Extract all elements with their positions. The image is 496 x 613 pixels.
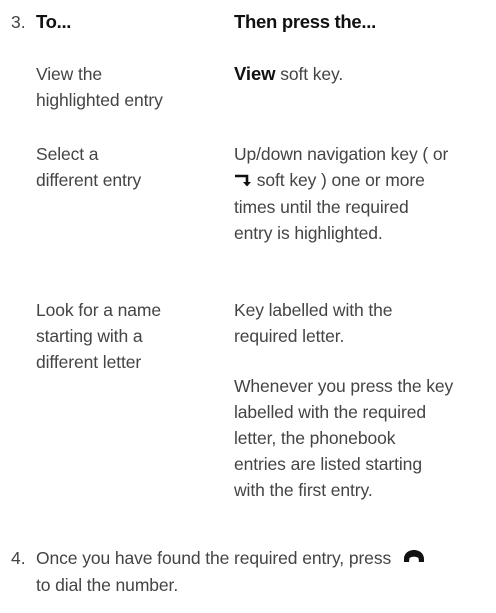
row-action-line: different letter [36, 352, 142, 372]
step-number: 4. [11, 548, 26, 568]
row-key-text: soft key ) one or more [252, 170, 425, 190]
row-action: Look for a name starting with a differen… [36, 297, 226, 375]
row-key-line: entry is highlighted. [234, 223, 383, 244]
row-key: Key labelled with the required letter. [234, 297, 494, 349]
row-key: View soft key. [234, 61, 494, 87]
step4-text-line: Once you have found the required entry, … [36, 548, 392, 568]
note-line: letter, the phonebook [234, 428, 396, 448]
row-action-line: View the [36, 64, 103, 84]
row-action: View the highlighted entry [36, 61, 216, 113]
note-line: labelled with the required [234, 402, 426, 422]
row-action: Select a different entry [36, 141, 216, 193]
step4-text: Once you have found the required entry, … [36, 545, 496, 598]
column-header-key: Then press the... [234, 11, 376, 32]
step4-line: to dial the number. [36, 575, 179, 596]
row-key: Up/down navigation key ( or soft key ) o… [234, 141, 496, 246]
note-paragraph: Whenever you press the key labelled with… [234, 373, 496, 503]
row-action-line: highlighted entry [36, 90, 163, 110]
row-key-line: Key labelled with the [234, 300, 393, 320]
column-header-action: To... [36, 11, 72, 32]
row-key-line: times until the required [234, 197, 409, 218]
row-action-line: different entry [36, 170, 142, 190]
row-key-text: soft key. [275, 64, 344, 84]
row-action-line: starting with a [36, 326, 143, 346]
return-arrow-icon [234, 168, 252, 194]
row-action-line: Select a [36, 144, 99, 164]
step4-line: Once you have found the required entry, … [36, 545, 496, 572]
manual-page: 3. To... Then press the... View the high… [0, 0, 496, 613]
note-line: entries are listed starting [234, 454, 422, 474]
note-line: with the first entry. [234, 480, 373, 500]
row-key-line: required letter. [234, 326, 345, 346]
view-key-label: View [234, 63, 276, 84]
row-action-line: Look for a name [36, 300, 161, 320]
step-number: 3. [11, 12, 26, 32]
phone-handset-icon [402, 546, 426, 572]
row-key-line: Up/down navigation key ( or [234, 144, 449, 164]
row-key-line: soft key ) one or more [234, 167, 496, 194]
note-line: Whenever you press the key [234, 376, 454, 396]
